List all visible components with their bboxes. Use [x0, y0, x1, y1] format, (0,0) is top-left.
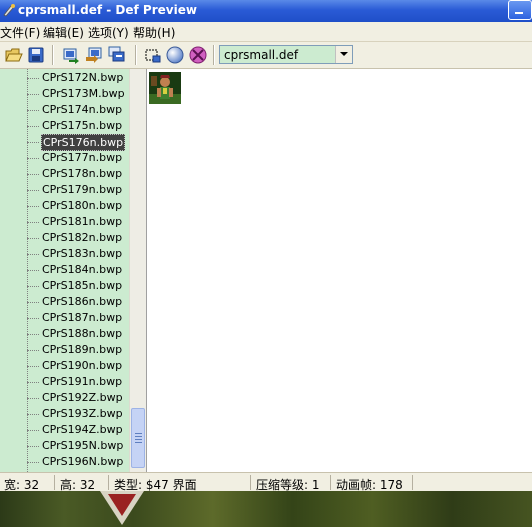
- sphere-icon: [166, 46, 184, 64]
- menu-help[interactable]: 帮助(H): [133, 24, 175, 41]
- minimize-button[interactable]: [508, 0, 532, 20]
- no-entry-icon: [189, 46, 207, 64]
- tree-item-label: CPrS195N.bwp: [42, 439, 124, 452]
- tree-connector: [27, 254, 39, 255]
- tree-connector: [27, 126, 39, 127]
- batch-export-icon: [108, 46, 125, 62]
- tree-connector: [27, 318, 39, 319]
- tree-connector: [27, 382, 39, 383]
- tree-connector: [27, 142, 39, 143]
- tree-item-label: CPrS179n.bwp: [42, 183, 123, 196]
- tree-connector: [27, 190, 39, 191]
- desktop-background: [0, 491, 532, 527]
- status-separator: [54, 475, 55, 490]
- tree-item-label: CPrS187n.bwp: [42, 311, 123, 324]
- tree-connector: [27, 446, 39, 447]
- tree-item-label: CPrS175n.bwp: [42, 119, 123, 132]
- tree-connector: [27, 302, 39, 303]
- tree-connector: [27, 238, 39, 239]
- frames-button[interactable]: [143, 45, 163, 65]
- import-icon: [86, 47, 102, 63]
- open-button[interactable]: [4, 45, 24, 65]
- stop-button[interactable]: [188, 45, 208, 65]
- menu-options[interactable]: 选项(Y): [88, 24, 129, 41]
- tree-item-label: CPrS180n.bwp: [42, 199, 123, 212]
- background-button[interactable]: [165, 45, 185, 65]
- tree-connector: [27, 414, 39, 415]
- frames-icon: [145, 49, 161, 63]
- file-tree: CPrS172N.bwp CPrS173M.bwp CPrS174n.bwp CPrS…: [0, 69, 147, 472]
- tree-item-label: CPrS181n.bwp: [42, 215, 123, 228]
- toolbar-separator: [52, 45, 54, 65]
- menu-bar: 文件(F) 编辑(E) 选项(Y) 帮助(H): [0, 22, 532, 42]
- batch-button[interactable]: [107, 45, 127, 65]
- tree-item-label: CPrS185n.bwp: [42, 279, 123, 292]
- tree-item-label: CPrS184n.bwp: [42, 263, 123, 276]
- tree-item-label: CPrS176n.bwp: [41, 134, 126, 151]
- file-combo-value: cprsmall.def: [224, 48, 299, 62]
- tree-item-label: CPrS189n.bwp: [42, 343, 123, 356]
- tree-item-label: CPrS193Z.bwp: [42, 407, 123, 420]
- tree-item-label: CPrS191n.bwp: [42, 375, 123, 388]
- toolbar-separator: [135, 45, 137, 65]
- file-combo[interactable]: cprsmall.def: [219, 45, 353, 64]
- tree-connector: [27, 286, 39, 287]
- status-separator: [108, 475, 109, 490]
- open-folder-icon: [5, 48, 23, 62]
- tree-connector: [27, 366, 39, 367]
- menu-edit[interactable]: 编辑(E): [43, 24, 84, 41]
- tree-connector: [27, 430, 39, 431]
- tree-item-label: CPrS172N.bwp: [42, 71, 124, 84]
- warning-sign-inner: [108, 494, 136, 516]
- window-title: cprsmall.def - Def Preview: [18, 3, 197, 17]
- tree-connector: [27, 350, 39, 351]
- import-button[interactable]: [84, 45, 104, 65]
- tree-connector: [27, 222, 39, 223]
- grip-line: [135, 433, 142, 434]
- tree-connector: [27, 462, 39, 463]
- tree-item-label: CPrS186n.bwp: [42, 295, 123, 308]
- save-disk-icon: [28, 47, 44, 63]
- minimize-icon: [515, 12, 523, 14]
- export-icon: [63, 48, 79, 64]
- tree-connector: [27, 94, 39, 95]
- grip-line: [135, 442, 142, 443]
- title-bar: cprsmall.def - Def Preview: [0, 0, 532, 22]
- save-button[interactable]: [26, 45, 46, 65]
- tree-item-label: CPrS192Z.bwp: [42, 391, 123, 404]
- toolbar-separator: [213, 45, 215, 65]
- tree-item-label: CPrS183n.bwp: [42, 247, 123, 260]
- tree-item-label: CPrS173M.bwp: [42, 87, 125, 100]
- status-separator: [330, 475, 331, 490]
- status-separator: [412, 475, 413, 490]
- tree-connector: [27, 110, 39, 111]
- tree-item-label: CPrS188n.bwp: [42, 327, 123, 340]
- preview-pane: [147, 69, 532, 472]
- status-bar: 宽: 32 高: 32 类型: $47 界面 压缩等级: 1 动画帧: 178: [0, 472, 532, 492]
- tree-item-label: CPrS177n.bwp: [42, 151, 123, 164]
- scrollbar-thumb[interactable]: [131, 408, 145, 468]
- tree-connector: [27, 158, 39, 159]
- chevron-down-icon[interactable]: [335, 46, 352, 63]
- tree-connector: [27, 78, 39, 79]
- grip-line: [135, 439, 142, 440]
- menu-file[interactable]: 文件(F): [0, 24, 40, 41]
- tree-connector: [27, 174, 39, 175]
- tree-item-label: CPrS174n.bwp: [42, 103, 123, 116]
- tree-item-label: CPrS182n.bwp: [42, 231, 123, 244]
- tree-item-label: CPrS178n.bwp: [42, 167, 123, 180]
- tree-connector: [27, 206, 39, 207]
- export-button[interactable]: [61, 45, 81, 65]
- tree-item-label: CPrS194Z.bwp: [42, 423, 123, 436]
- tree-item-label: CPrS196N.bwp: [42, 455, 124, 468]
- tree-connector: [27, 270, 39, 271]
- tree-scrollbar[interactable]: [129, 69, 146, 472]
- status-separator: [250, 475, 251, 490]
- tree-connector: [27, 398, 39, 399]
- tree-connector: [27, 334, 39, 335]
- app-icon: [3, 4, 15, 17]
- tree-item-label: CPrS190n.bwp: [42, 359, 123, 372]
- grip-line: [135, 436, 142, 437]
- sprite-preview-image: [149, 72, 181, 104]
